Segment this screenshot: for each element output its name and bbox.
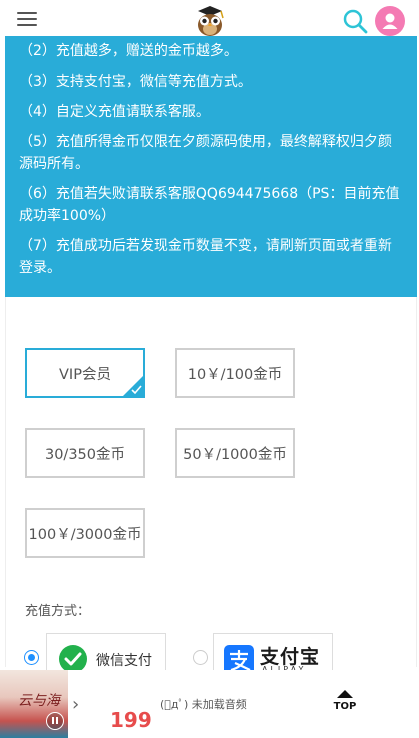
user-avatar[interactable] [375,6,405,36]
arrow-up-icon [337,690,353,698]
wechat-pay-label: 微信支付 [96,653,152,669]
top-bar [0,0,419,40]
notice-line: （5）充值所得金币仅限在夕颜源码使用，最终解释权归夕颜源码所有。 [19,134,392,172]
music-player-bar: 云与海 › 199 (ﾟдﾟ) 未加载音频 TOP [0,670,419,738]
back-to-top-button[interactable]: TOP [330,690,360,720]
recharge-notice: （2）充值越多，赠送的金币越多。 （3）支持支付宝，微信等充值方式。 （4）自定… [5,36,417,297]
album-cover[interactable]: 云与海 [0,670,68,738]
option-label: 100￥/3000金币 [28,526,142,543]
audio-status: (ﾟдﾟ) 未加载音频 [160,698,247,711]
option-label: 50￥/1000金币 [183,446,287,463]
wechat-radio[interactable] [24,650,39,665]
option-350-coins[interactable]: 30/350金币 [25,428,145,478]
user-icon [382,13,398,29]
notice-line: （4）自定义充值请联系客服。 [19,104,210,120]
option-1000-coins[interactable]: 50￥/1000金币 [175,428,295,478]
top-label: TOP [333,701,357,712]
alipay-radio[interactable] [193,650,208,665]
notice-line: （6）充值若失败请联系客服QQ694475668（PS：目前充值成功率100%） [19,186,400,224]
pause-icon[interactable] [46,712,64,730]
option-label: 10￥/100金币 [187,366,283,383]
menu-icon[interactable] [17,12,37,28]
option-label: VIP会员 [59,366,111,383]
owl-logo[interactable] [193,3,227,37]
price-value: 199 [110,708,152,732]
album-title: 云与海 [18,693,60,709]
option-vip[interactable]: VIP会员 [25,348,145,398]
payment-method-label: 充值方式： [25,604,91,619]
notice-line: （2）充值越多，赠送的金币越多。 [19,43,238,59]
notice-line: （3）支持支付宝，微信等充值方式。 [19,74,252,90]
option-3000-coins[interactable]: 100￥/3000金币 [25,508,145,558]
option-100-coins[interactable]: 10￥/100金币 [175,348,295,398]
check-icon [123,376,143,396]
search-icon[interactable] [342,8,368,34]
option-label: 30/350金币 [44,446,125,463]
notice-line: （7）充值成功后若发现金币数量不变，请刷新页面或者重新登录。 [19,238,392,276]
chevron-right-icon[interactable]: › [72,694,79,715]
